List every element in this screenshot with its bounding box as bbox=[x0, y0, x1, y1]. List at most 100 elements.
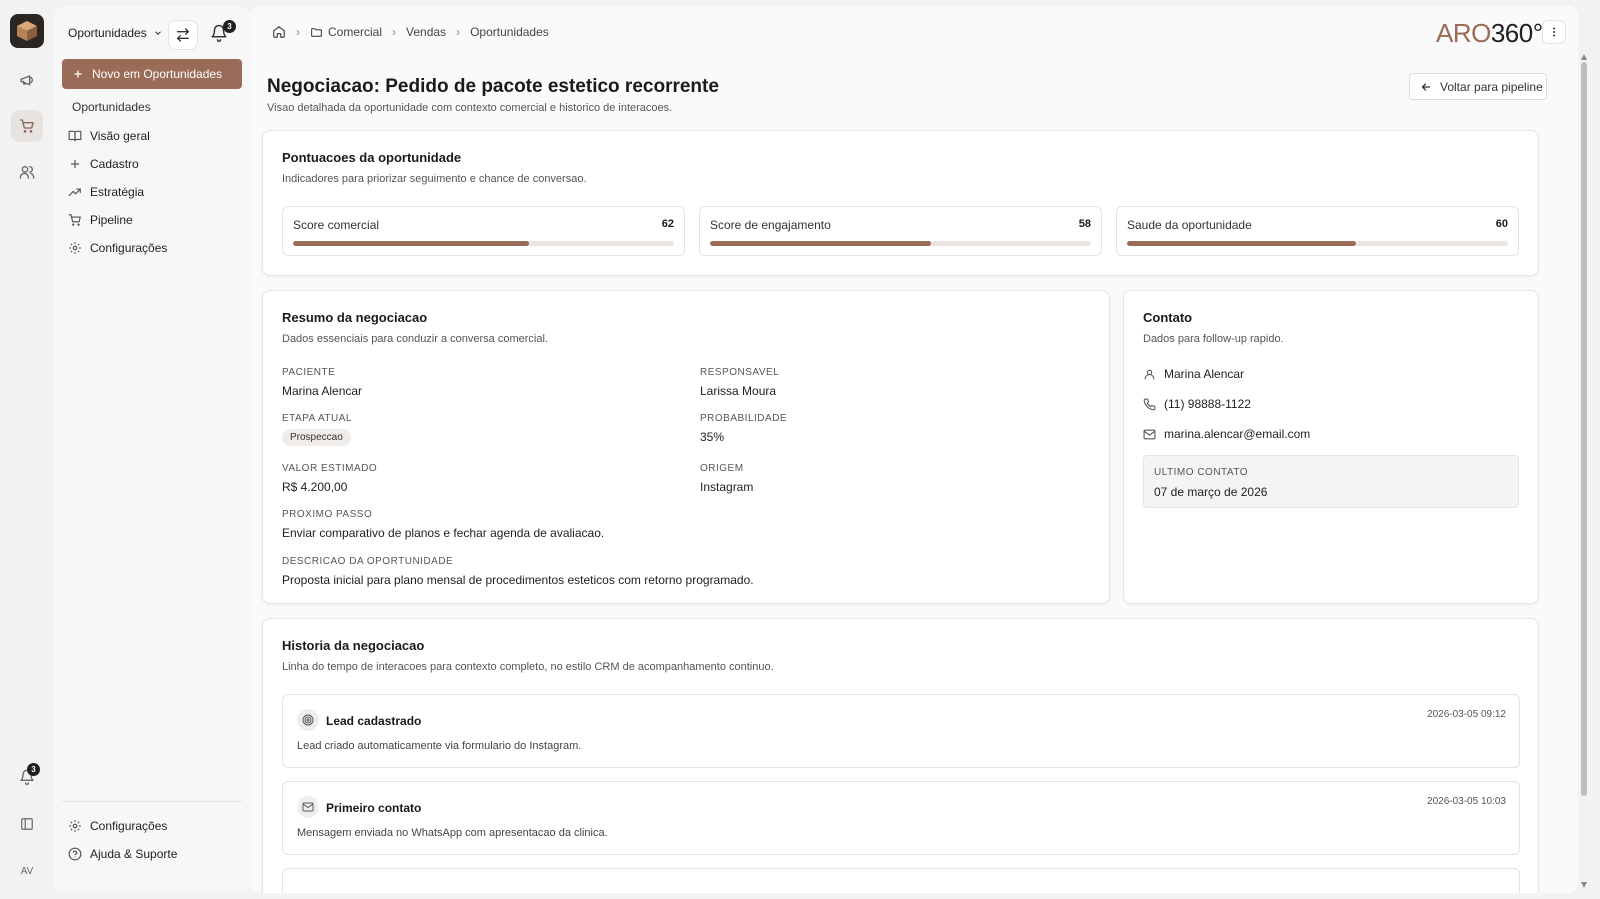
main-content: › Comercial › Vendas › Oportunidades ARO… bbox=[250, 6, 1578, 893]
back-to-pipeline-button[interactable]: Voltar para pipeline bbox=[1409, 73, 1547, 100]
timeline-item[interactable]: Lead cadastrado 2026-03-05 09:12 Lead cr… bbox=[282, 694, 1520, 768]
score-bar bbox=[710, 241, 1091, 246]
field-descricao: DESCRICAO DA OPORTUNIDADE Proposta inici… bbox=[282, 556, 754, 587]
back-button-label: Voltar para pipeline bbox=[1440, 79, 1543, 94]
module-selector-label: Oportunidades bbox=[68, 26, 147, 40]
contact-card: Contato Dados para follow-up rapido. Mar… bbox=[1123, 290, 1539, 604]
module-selector[interactable]: Oportunidades bbox=[68, 26, 163, 40]
sidebar-nav: Visão geral Cadastro Estratégia Pipeline… bbox=[62, 122, 242, 262]
score-bar-fill bbox=[293, 241, 530, 246]
field-label: PROXIMO PASSO bbox=[282, 509, 373, 520]
score-label: Saude da oportunidade bbox=[1127, 218, 1252, 232]
score-label: Score comercial bbox=[293, 218, 380, 232]
plus-icon bbox=[70, 159, 80, 169]
target-icon bbox=[297, 709, 319, 731]
field-value: Larissa Moura bbox=[700, 384, 777, 398]
chevron-right-icon: › bbox=[456, 25, 461, 39]
brand-360: 360° bbox=[1490, 18, 1543, 48]
summary-title: Resumo da negociacao bbox=[282, 310, 428, 325]
sidebar-item-configuracoes-footer[interactable]: Configurações bbox=[62, 812, 242, 840]
breadcrumb-item-comercial[interactable]: Comercial bbox=[310, 25, 382, 39]
sidebar-item-label: Cadastro bbox=[90, 157, 139, 171]
score-value: 60 bbox=[1495, 218, 1508, 230]
cart-icon[interactable] bbox=[11, 110, 43, 142]
history-title: Historia da negociacao bbox=[282, 638, 425, 653]
sidebar-item-visao-geral[interactable]: Visão geral bbox=[62, 122, 242, 150]
scroll-down-arrow[interactable] bbox=[1581, 882, 1587, 888]
history-card: Historia da negociacao Linha do tempo de… bbox=[262, 618, 1539, 893]
book-open-icon bbox=[68, 130, 82, 142]
help-circle-icon bbox=[68, 847, 82, 861]
score-label: Score de engajamento bbox=[710, 218, 831, 232]
score-bar bbox=[293, 241, 674, 246]
folder-icon bbox=[311, 27, 322, 37]
plus-icon bbox=[74, 70, 82, 78]
score-bar bbox=[1127, 241, 1508, 246]
cart-icon bbox=[68, 214, 81, 226]
app-logo[interactable] bbox=[10, 14, 44, 48]
status-badge: Prospeccao bbox=[282, 429, 351, 446]
field-label: PACIENTE bbox=[282, 367, 336, 378]
notification-badge: 3 bbox=[223, 20, 236, 33]
sidebar-item-pipeline[interactable]: Pipeline bbox=[62, 206, 242, 234]
megaphone-icon[interactable] bbox=[11, 64, 43, 96]
chevron-down-icon bbox=[154, 31, 161, 35]
field-paciente: PACIENTE Marina Alencar bbox=[282, 367, 362, 398]
gear-icon bbox=[69, 820, 81, 832]
field-label: ORIGEM bbox=[700, 463, 744, 474]
scroll-up-arrow[interactable] bbox=[1581, 54, 1587, 60]
users-icon[interactable] bbox=[11, 156, 43, 188]
new-opportunity-button[interactable]: Novo em Oportunidades bbox=[62, 59, 242, 89]
field-label: VALOR ESTIMADO bbox=[282, 463, 378, 474]
sidebar-item-cadastro[interactable]: Cadastro bbox=[62, 150, 242, 178]
timeline-item[interactable] bbox=[282, 868, 1520, 893]
sidebar-item-label: Configurações bbox=[90, 819, 168, 833]
contact-title: Contato bbox=[1143, 310, 1193, 325]
user-icon bbox=[1144, 369, 1155, 379]
timeline-desc: Mensagem enviada no WhatsApp com apresen… bbox=[297, 827, 608, 839]
score-value: 62 bbox=[661, 218, 674, 230]
score-bar-fill bbox=[710, 241, 931, 246]
breadcrumb-item-oportunidades[interactable]: Oportunidades bbox=[470, 25, 549, 39]
contact-email: marina.alencar@email.com bbox=[1164, 427, 1311, 441]
sidebar-footer: Configurações Ajuda & Suporte bbox=[62, 812, 242, 868]
field-valor: VALOR ESTIMADO R$ 4.200,00 bbox=[282, 463, 377, 494]
field-label: ETAPA ATUAL bbox=[282, 413, 352, 424]
more-options-button[interactable] bbox=[1542, 20, 1566, 44]
field-value: R$ 4.200,00 bbox=[282, 480, 348, 494]
score-value: 58 bbox=[1078, 218, 1091, 230]
timeline-item[interactable]: Primeiro contato 2026-03-05 10:03 Mensag… bbox=[282, 781, 1520, 855]
chevron-right-icon: › bbox=[392, 25, 397, 39]
page-subtitle: Visao detalhada da oportunidade com cont… bbox=[267, 102, 673, 114]
new-opportunity-label: Novo em Oportunidades bbox=[92, 67, 223, 81]
field-responsavel: RESPONSAVEL Larissa Moura bbox=[700, 367, 779, 398]
timeline-time: 2026-03-05 10:03 bbox=[1427, 796, 1506, 807]
sidebar-item-estrategia[interactable]: Estratégia bbox=[62, 178, 242, 206]
sidebar-item-ajuda[interactable]: Ajuda & Suporte bbox=[62, 840, 242, 868]
last-contact-box: ULTIMO CONTATO 07 de março de 2026 bbox=[1143, 455, 1519, 508]
sidebar-item-label: Configurações bbox=[90, 241, 168, 255]
field-value: 35% bbox=[700, 430, 725, 444]
field-probabilidade: PROBABILIDADE 35% bbox=[700, 413, 787, 444]
contact-name: Marina Alencar bbox=[1164, 367, 1245, 381]
field-label: DESCRICAO DA OPORTUNIDADE bbox=[282, 556, 454, 567]
swap-button[interactable] bbox=[168, 20, 198, 50]
notifications-button[interactable]: 3 bbox=[210, 20, 236, 46]
contact-email-row[interactable]: marina.alencar@email.com bbox=[1143, 427, 1310, 441]
timeline-desc: Lead criado automaticamente via formular… bbox=[297, 740, 582, 752]
contact-phone-row[interactable]: (11) 98888-1122 bbox=[1143, 397, 1251, 411]
bell-icon[interactable]: 3 bbox=[11, 761, 43, 793]
home-icon[interactable] bbox=[272, 25, 286, 39]
avatar[interactable]: AV bbox=[13, 857, 41, 885]
breadcrumb-item-vendas[interactable]: Vendas bbox=[406, 25, 446, 39]
summary-subtitle: Dados essenciais para conduzir a convers… bbox=[282, 333, 548, 345]
score-comercial: Score comercial 62 bbox=[282, 206, 685, 256]
breadcrumb: › Comercial › Vendas › Oportunidades bbox=[272, 25, 549, 39]
contact-name-row: Marina Alencar bbox=[1143, 367, 1244, 381]
panel-toggle-icon[interactable] bbox=[11, 808, 43, 840]
timeline-title: Lead cadastrado bbox=[326, 714, 422, 728]
scrollbar-thumb[interactable] bbox=[1581, 62, 1587, 796]
sidebar-item-configuracoes[interactable]: Configurações bbox=[62, 234, 242, 262]
sidebar-item-label: Pipeline bbox=[90, 213, 133, 227]
last-contact-label: ULTIMO CONTATO bbox=[1154, 467, 1249, 478]
